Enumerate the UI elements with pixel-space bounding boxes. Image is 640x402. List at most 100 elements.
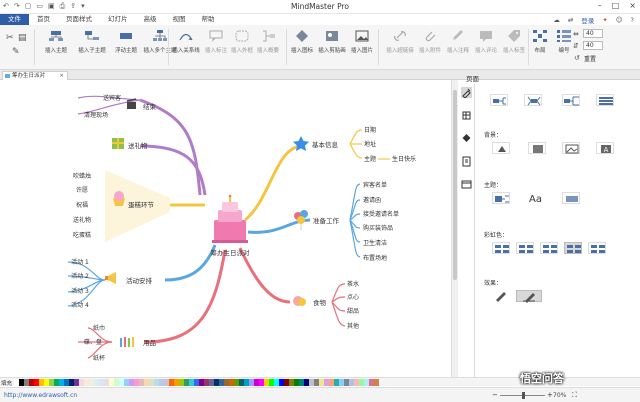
rainbow-option-2[interactable] [516, 242, 534, 254]
cloud-icon[interactable]: ☁ [553, 16, 560, 24]
color-swatches[interactable] [14, 379, 379, 386]
menu-view[interactable]: 视图 [165, 14, 194, 25]
watermark-option[interactable]: A [596, 142, 614, 154]
subtopic[interactable]: 布置场地 [363, 254, 387, 262]
layout-style-4[interactable] [596, 94, 614, 106]
website-link[interactable]: http://www.edrawsoft.cn [4, 392, 77, 399]
maximize-button[interactable]: □ [612, 1, 620, 10]
page-panel-icon[interactable] [461, 87, 472, 99]
rainbow-option-5[interactable] [588, 242, 606, 254]
format-painter-icon[interactable]: ✎ [12, 47, 20, 57]
subtopic[interactable]: 点心 [347, 293, 359, 301]
subtopic[interactable]: 邀请函 [363, 196, 381, 204]
background-texture-option[interactable] [528, 142, 546, 154]
subtopic[interactable]: 宾客名单 [363, 181, 387, 189]
login-button[interactable]: 登录 [581, 15, 594, 25]
effect-shadow-option[interactable] [516, 290, 542, 303]
subtopic[interactable]: 茶水 [347, 280, 359, 288]
insert-image-button[interactable]: 插入图片 [342, 29, 382, 54]
subtopic[interactable]: 吃蛋糕 [73, 231, 91, 239]
paste-icon[interactable]: ▤ [18, 33, 27, 43]
format-panel-icon[interactable] [461, 110, 472, 121]
subtopic[interactable]: 活动 4 [71, 301, 89, 309]
zoom-in-icon[interactable]: + [547, 391, 553, 399]
subtopic[interactable]: 活动 3 [71, 287, 89, 295]
horizontal-spacing-input[interactable]: 40 [583, 29, 603, 38]
close-button[interactable]: × [629, 1, 636, 10]
icon-panel-icon[interactable] [461, 133, 472, 144]
menu-file[interactable]: 文件 [0, 14, 29, 25]
main-topic[interactable]: 用品 [143, 339, 156, 347]
gift-icon[interactable]: ✦ [602, 16, 607, 24]
rainbow-option-4[interactable] [564, 242, 582, 254]
layout-style-3[interactable] [562, 94, 580, 106]
subtopic[interactable]: 日期 [364, 126, 376, 134]
minimize-button[interactable]: – [598, 1, 602, 10]
menu-home[interactable]: 首页 [29, 14, 58, 25]
subtopic[interactable]: 碟、盘 [84, 338, 102, 346]
main-topic[interactable]: 活动安排 [126, 276, 153, 285]
subtopic[interactable]: 送礼物 [73, 216, 91, 224]
mindmap-svg: 筹办生日派对 送宾客 清理现场 结束 送礼物 吹蜡烛 许愿 祝福 送礼物 吃蛋糕… [67, 94, 416, 362]
menu-help[interactable]: 帮助 [194, 14, 223, 25]
subtopic[interactable]: 活动 1 [71, 258, 89, 266]
rainbow-option-1[interactable] [492, 242, 510, 254]
main-topic[interactable]: 结束 [143, 102, 157, 111]
share-icon[interactable]: ⇄ [568, 16, 573, 24]
subtopic[interactable]: 祝福 [76, 201, 88, 209]
background-image-option[interactable] [562, 142, 580, 154]
main-topic[interactable]: 送礼物 [128, 141, 148, 150]
subtopic[interactable]: 清理现场 [84, 111, 108, 119]
fit-page-icon[interactable]: ⛶ [572, 391, 577, 400]
subtopic[interactable]: 其他 [347, 322, 359, 330]
subtopic[interactable]: 购买装饰品 [363, 224, 393, 232]
vertical-spacing-input[interactable]: 40 [583, 41, 603, 50]
spacing-controls: ⇹ 40 ⇵ 40 ↺ 重置 [573, 28, 633, 68]
background-color-option[interactable] [492, 142, 510, 154]
subtopic[interactable]: 送宾客 [103, 94, 121, 102]
theme-color-option[interactable] [562, 192, 580, 204]
theme-option[interactable] [492, 192, 510, 204]
mindmap-canvas[interactable]: 筹办生日派对 送宾客 清理现场 结束 送礼物 吹蜡烛 许愿 祝福 送礼物 吃蛋糕… [0, 80, 451, 377]
layout-style-2[interactable] [524, 94, 542, 106]
theme-font-option[interactable]: Aa [528, 192, 546, 205]
subtopic[interactable]: 吹蜡烛 [73, 172, 91, 180]
menu-advanced[interactable]: 高级 [136, 14, 165, 25]
color-swatch[interactable] [374, 379, 379, 386]
subtopic[interactable]: 主题 [364, 155, 376, 163]
layout-style-1[interactable] [490, 94, 508, 106]
account-icon[interactable]: ☺ [616, 16, 623, 24]
help-icon[interactable]: ? [631, 16, 634, 24]
subtopic[interactable]: 纸巾 [93, 324, 105, 332]
menu-slides[interactable]: 幻灯片 [100, 14, 136, 25]
status-bar: http://www.edrawsoft.cn − + 70% ⛶ [0, 387, 640, 402]
vertical-scrollbar[interactable] [451, 80, 458, 377]
megaphone-icon [105, 272, 116, 284]
task-panel-icon[interactable] [461, 156, 472, 167]
subtopic[interactable]: 生日快乐 [392, 155, 416, 163]
reset-button[interactable]: 重置 [584, 54, 596, 63]
subtopic[interactable]: 许愿 [76, 186, 88, 194]
zoom-out-icon[interactable]: − [492, 391, 498, 399]
document-tab[interactable]: 筹办生日派对 × [2, 71, 68, 80]
outline-panel-icon[interactable] [461, 179, 472, 190]
subtopic[interactable]: 纸杯 [93, 354, 105, 362]
scrollbar-thumb[interactable] [453, 90, 457, 280]
tab-close-icon[interactable]: × [59, 72, 64, 80]
main-topic[interactable]: 食物 [313, 298, 327, 307]
zoom-slider-thumb[interactable] [522, 392, 525, 399]
cut-icon[interactable]: ✂ [6, 33, 14, 43]
main-topic[interactable]: 蛋糕环节 [128, 200, 155, 209]
menu-page-style[interactable]: 页面样式 [58, 14, 100, 25]
insert-topic-button[interactable]: 插入主题 [36, 29, 76, 54]
effect-hand-drawn-option[interactable] [492, 290, 510, 302]
main-topic[interactable]: 准备工作 [313, 216, 340, 225]
subtopic[interactable]: 接受邀请名单 [363, 210, 399, 218]
subtopic[interactable]: 地址 [364, 140, 376, 148]
main-topic[interactable]: 基本信息 [312, 140, 339, 149]
subtopic[interactable]: 甜品 [347, 307, 359, 315]
subtopic[interactable]: 卫生清洁 [363, 239, 387, 247]
central-topic[interactable]: 筹办生日派对 [211, 248, 251, 257]
rainbow-option-3[interactable] [540, 242, 558, 254]
subtopic[interactable]: 活动 2 [71, 272, 89, 280]
